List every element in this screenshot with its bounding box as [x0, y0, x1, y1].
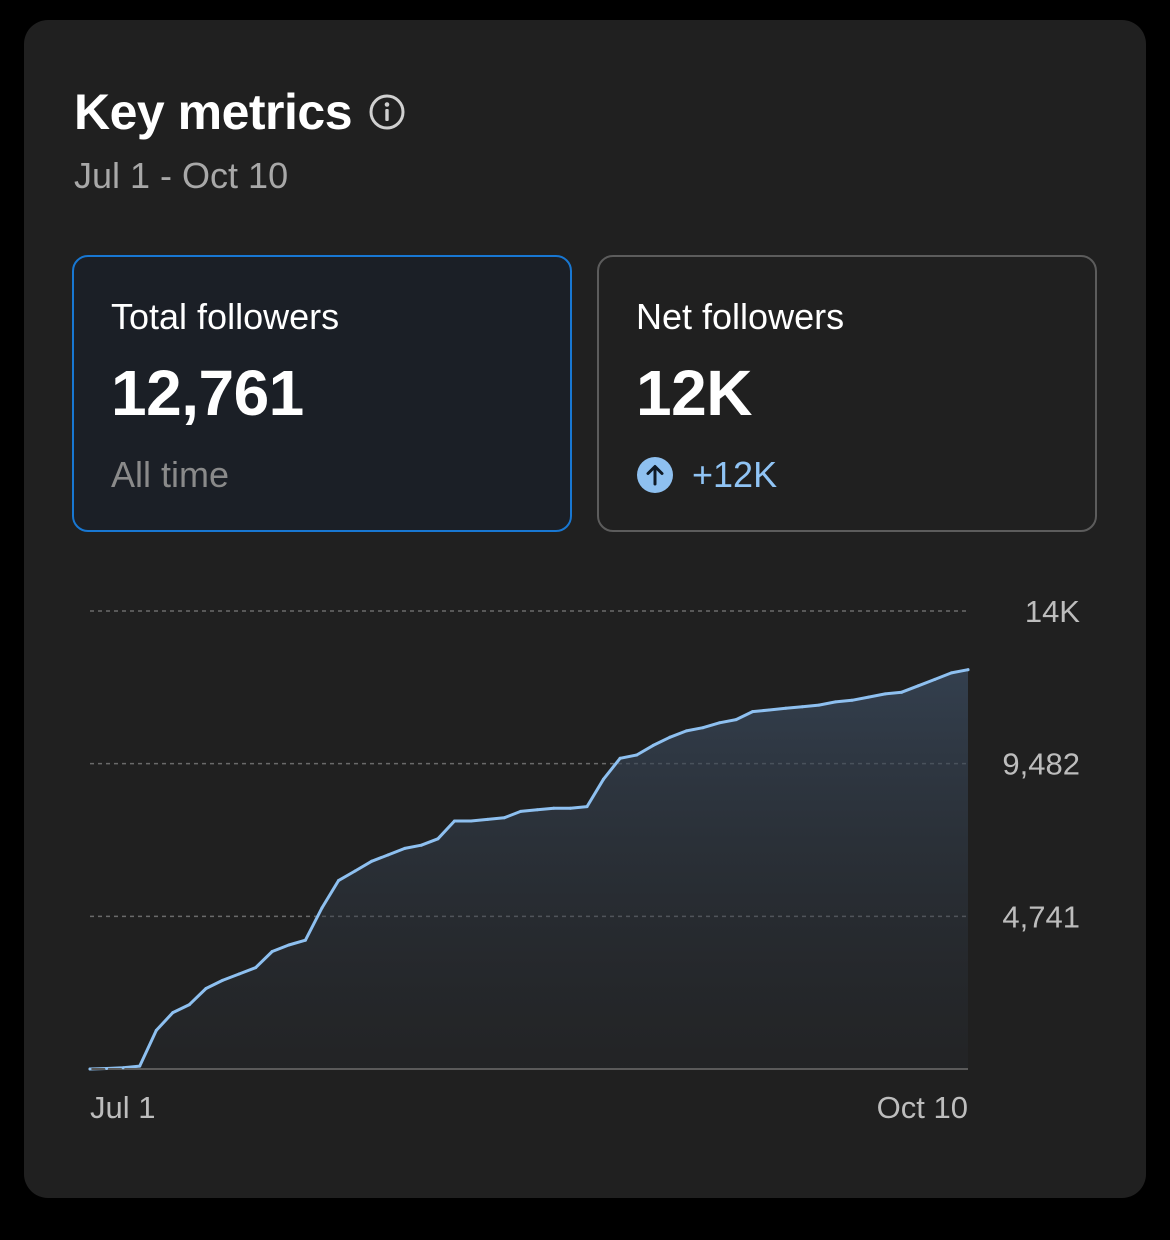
data-point [88, 1067, 92, 1071]
y-tick-label: 4,741 [1002, 899, 1080, 934]
data-point [618, 756, 622, 760]
y-tick-label: 9,482 [1002, 747, 1080, 782]
data-point [320, 906, 324, 910]
data-point [718, 721, 721, 725]
data-point [751, 710, 755, 714]
data-point [867, 695, 871, 699]
data-point [850, 698, 854, 702]
data-point [568, 806, 572, 810]
data-point [221, 978, 224, 982]
data-point [519, 809, 523, 813]
data-point [105, 1067, 109, 1070]
data-point [949, 671, 953, 675]
data-point [734, 718, 738, 722]
data-point [502, 816, 506, 820]
followers-area [90, 669, 968, 1069]
data-point [436, 837, 440, 841]
x-tick-label: Oct 10 [877, 1090, 968, 1125]
x-tick-label: Jul 1 [90, 1090, 155, 1125]
data-point [800, 705, 804, 709]
data-point [900, 690, 904, 694]
data-point [270, 950, 274, 953]
data-point [668, 735, 672, 739]
data-point [602, 777, 605, 781]
data-point [486, 817, 490, 821]
data-point [171, 1011, 175, 1015]
followers-chart: 14K 9,482 4,741 Jul 1 Oct 10 [88, 594, 1080, 1125]
data-point [254, 966, 258, 970]
data-point [469, 819, 473, 823]
data-point [767, 708, 771, 712]
data-point [651, 743, 655, 747]
data-point [966, 668, 970, 672]
data-point [237, 972, 241, 976]
data-point [535, 808, 539, 812]
data-point [635, 753, 639, 757]
data-point [287, 943, 291, 947]
data-point [883, 692, 887, 696]
data-point [204, 987, 208, 990]
data-point [784, 706, 788, 710]
data-point [337, 879, 340, 883]
data-point [370, 859, 374, 863]
data-point [154, 1028, 158, 1032]
data-point [403, 846, 407, 850]
data-point [121, 1066, 125, 1070]
data-point [701, 726, 705, 730]
data-point [552, 806, 556, 810]
y-tick-label: 14K [1025, 594, 1080, 629]
data-point [834, 700, 837, 704]
data-point [684, 729, 688, 733]
data-point [453, 819, 456, 823]
key-metrics-card: Key metrics Jul 1 - Oct 10 Total followe… [24, 20, 1146, 1198]
data-point [419, 843, 423, 847]
data-point [817, 703, 821, 707]
data-point [353, 869, 357, 873]
data-point [187, 1003, 191, 1007]
data-point [386, 853, 390, 857]
data-point [585, 805, 589, 809]
data-point [138, 1064, 142, 1068]
data-point [933, 677, 937, 681]
data-point [303, 938, 307, 942]
data-point [916, 684, 920, 688]
